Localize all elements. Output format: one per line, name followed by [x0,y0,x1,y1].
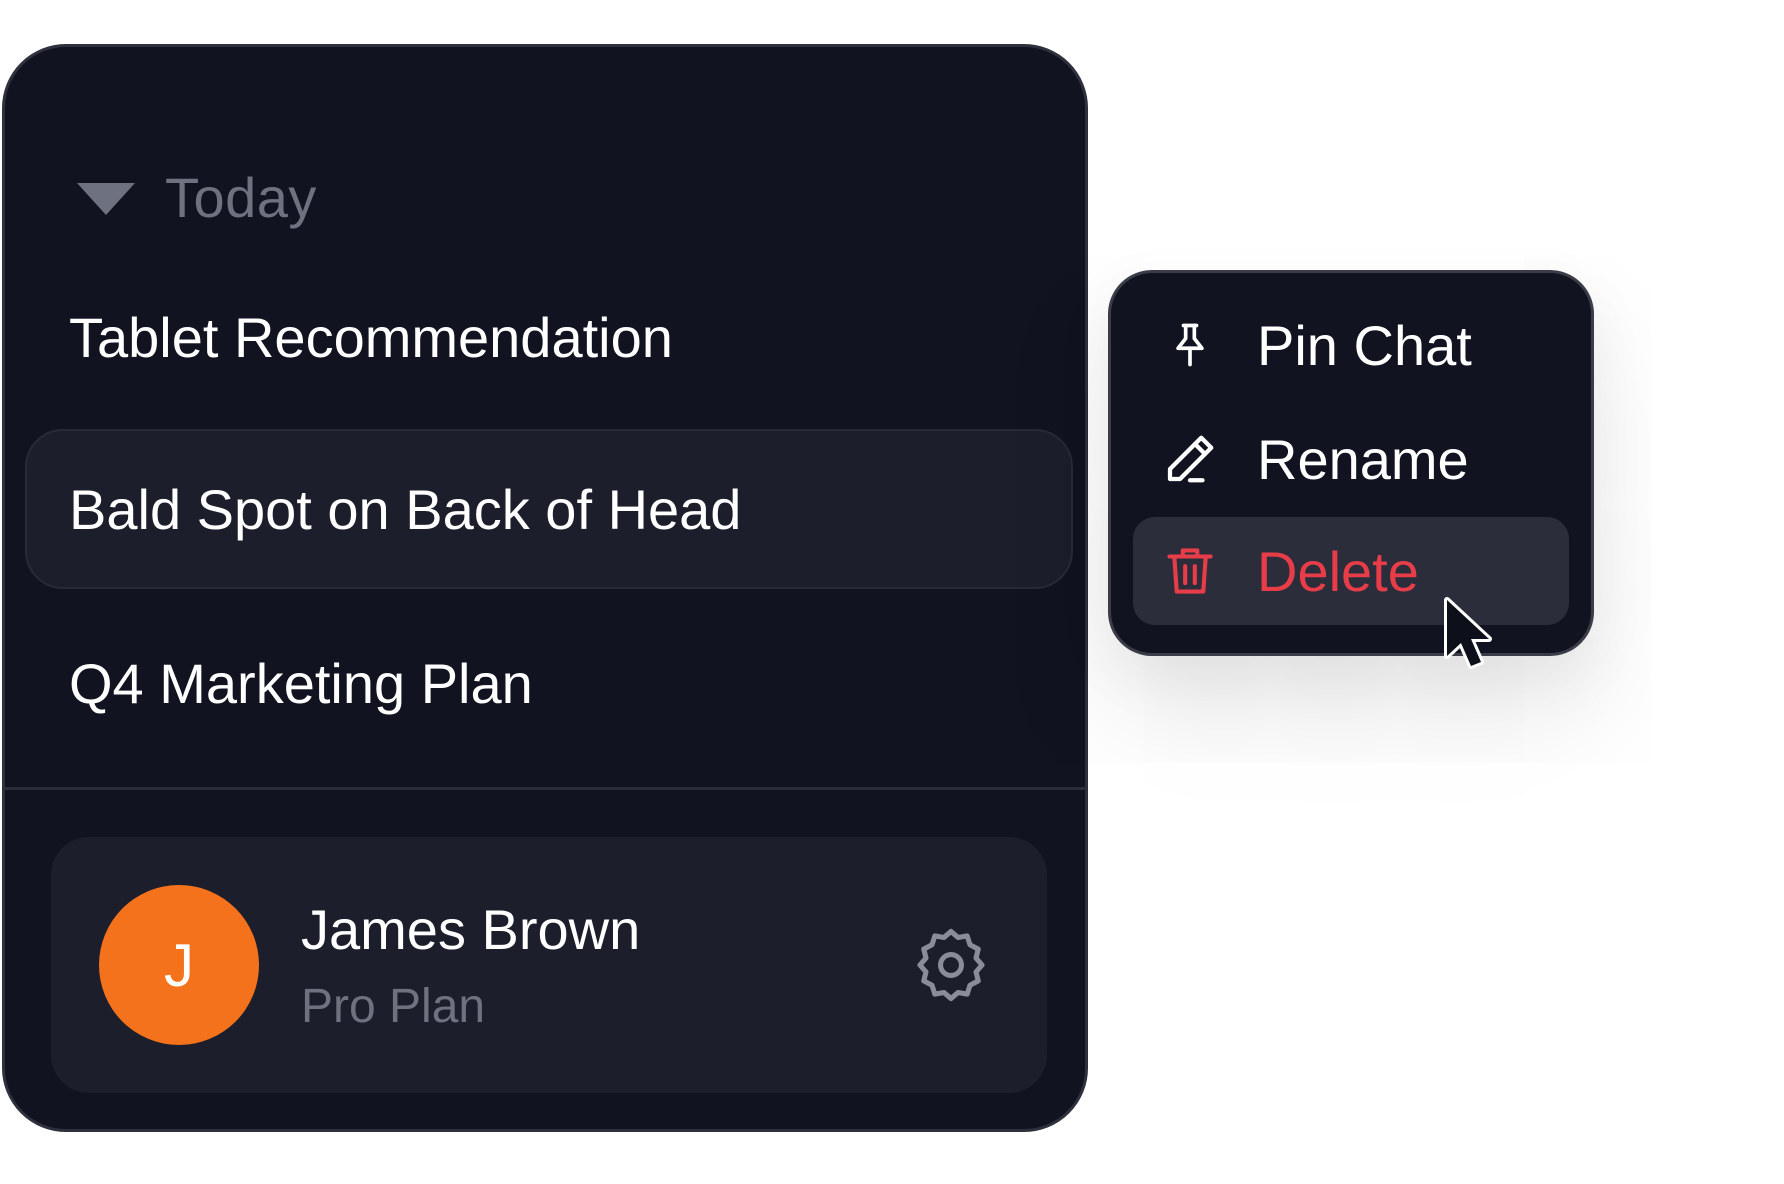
menu-item-label: Rename [1257,427,1469,491]
trash-icon [1145,540,1235,602]
menu-item-label: Delete [1257,539,1419,603]
pin-icon [1145,315,1235,375]
menu-item-delete[interactable]: Delete [1133,517,1569,625]
stage: Today Tablet Recommendation Bald Spot on… [0,0,1784,1184]
gear-icon [917,928,985,1002]
chat-item-label: Tablet Recommendation [69,305,673,369]
menu-item-pin-chat[interactable]: Pin Chat [1133,291,1569,399]
section-label: Today [165,165,317,229]
chat-item-active[interactable]: Bald Spot on Back of Head [25,429,1073,589]
menu-item-label: Pin Chat [1257,313,1472,377]
section-header-today[interactable]: Today [77,157,317,237]
avatar-initial: J [164,931,194,999]
avatar: J [99,885,259,1045]
menu-item-rename[interactable]: Rename [1133,405,1569,513]
user-name: James Brown [301,898,641,961]
user-card[interactable]: J James Brown Pro Plan [51,837,1047,1093]
chat-item-label: Q4 Marketing Plan [69,651,533,715]
context-menu: Pin Chat Rename Delete [1108,270,1594,656]
pencil-icon [1145,429,1235,489]
mouse-cursor-icon [1444,597,1492,669]
user-plan: Pro Plan [301,980,486,1033]
chat-item[interactable]: Q4 Marketing Plan [25,603,1073,763]
divider [5,787,1085,790]
chat-item[interactable]: Tablet Recommendation [25,257,1073,417]
settings-button[interactable] [911,925,991,1005]
chat-sidebar: Today Tablet Recommendation Bald Spot on… [2,44,1088,1132]
chat-item-label: Bald Spot on Back of Head [69,477,742,541]
caret-down-icon [77,183,135,215]
